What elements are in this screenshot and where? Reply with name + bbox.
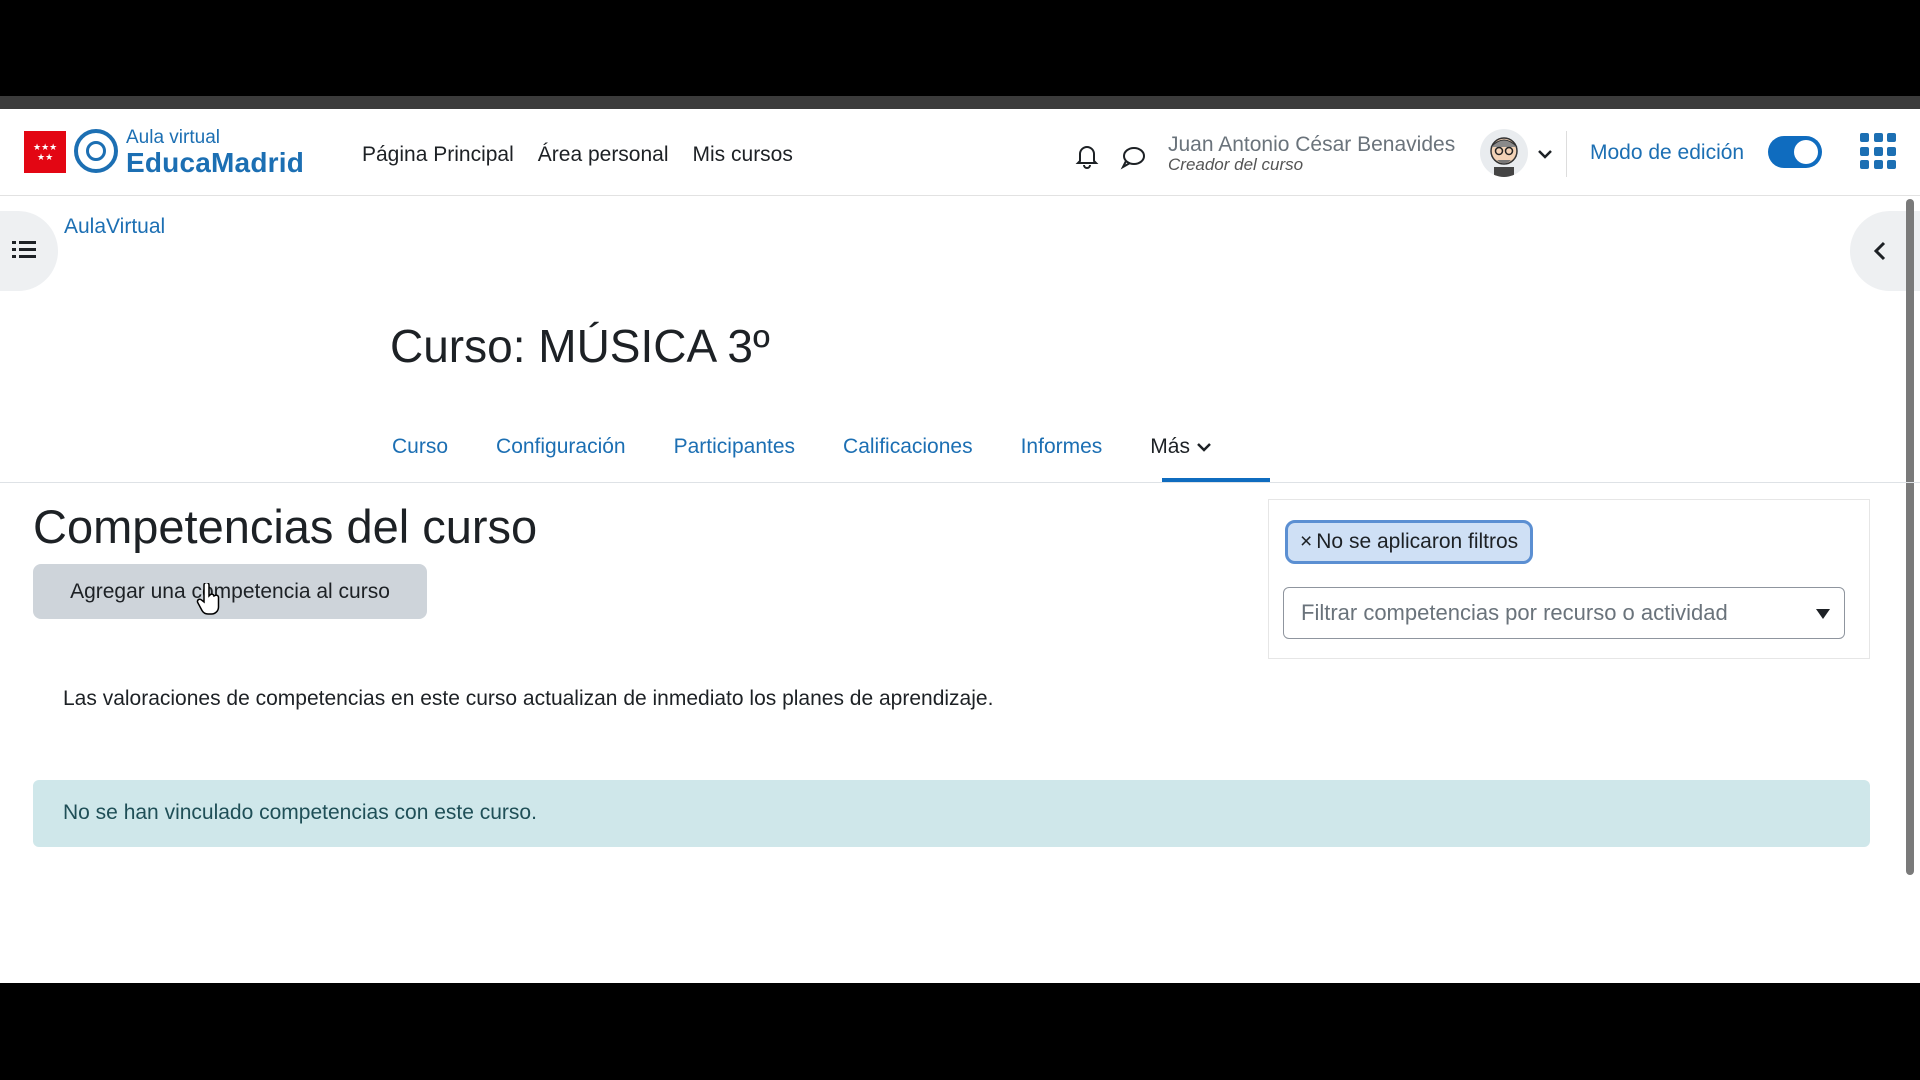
breadcrumb[interactable]: AulaVirtual	[64, 215, 165, 239]
apps-grid-icon[interactable]	[1860, 133, 1896, 169]
page-scrollbar[interactable]	[1906, 199, 1914, 875]
chat-icon[interactable]	[1120, 144, 1146, 170]
nav-pagina-principal[interactable]: Página Principal	[362, 143, 514, 167]
filter-chip-label: No se aplicaron filtros	[1316, 530, 1519, 553]
chevron-left-icon	[1873, 241, 1886, 261]
chevron-down-icon[interactable]	[1536, 147, 1554, 161]
course-navigation: Curso Configuración Participantes Califi…	[0, 415, 1920, 483]
info-text: Las valoraciones de competencias en este…	[63, 687, 994, 710]
logo-title[interactable]: EducaMadrid	[126, 147, 304, 179]
header-divider	[1566, 131, 1567, 177]
alert-message: No se han vinculado competencias con est…	[63, 801, 537, 824]
competency-filter-panel: × No se aplicaron filtros Filtrar compete…	[1268, 499, 1870, 659]
section-heading: Competencias del curso	[33, 500, 538, 553]
filter-search-input[interactable]: Filtrar competencias por recurso o activ…	[1283, 587, 1845, 639]
top-navbar: ★★★ ★★ Aula virtual EducaMadrid Página P…	[0, 109, 1920, 196]
comunidad-madrid-logo[interactable]: ★★★ ★★	[24, 131, 66, 173]
filter-chip[interactable]: × No se aplicaron filtros	[1285, 520, 1534, 564]
dropdown-caret-icon[interactable]	[1815, 608, 1831, 620]
close-icon[interactable]: ×	[1300, 530, 1312, 553]
page: ★★★ ★★ Aula virtual EducaMadrid Página P…	[0, 109, 1920, 983]
no-competencies-alert: No se han vinculado competencias con est…	[33, 780, 1870, 847]
tab-mas-label: Más	[1150, 435, 1190, 458]
nav-mis-cursos[interactable]: Mis cursos	[693, 143, 793, 167]
hand-cursor-icon	[196, 583, 220, 615]
edit-mode-toggle[interactable]	[1768, 136, 1822, 168]
add-competency-button[interactable]: Agregar una competencia al curso	[33, 564, 427, 619]
active-tab-indicator	[1162, 478, 1270, 482]
course-index-toggle-button[interactable]	[0, 211, 58, 291]
tab-informes[interactable]: Informes	[1021, 435, 1103, 459]
logo-subtitle: Aula virtual	[126, 127, 220, 148]
tab-participantes[interactable]: Participantes	[674, 435, 795, 459]
edit-mode-label: Modo de edición	[1590, 141, 1745, 164]
avatar[interactable]	[1480, 129, 1528, 177]
page-title: Curso: MÚSICA 3º	[390, 320, 770, 372]
user-name[interactable]: Juan Antonio César Benavides	[1168, 133, 1455, 157]
primary-navigation: Página Principal Área personal Mis curso…	[362, 143, 793, 167]
tab-mas[interactable]: Más	[1150, 435, 1212, 459]
window-top-bar	[0, 96, 1920, 109]
bell-icon[interactable]	[1074, 143, 1100, 169]
list-icon	[12, 241, 36, 258]
tab-calificaciones[interactable]: Calificaciones	[843, 435, 973, 459]
user-role: Creador del curso	[1168, 155, 1304, 174]
nav-area-personal[interactable]: Área personal	[538, 143, 669, 167]
chevron-down-icon	[1197, 443, 1211, 452]
tab-configuracion[interactable]: Configuración	[496, 435, 626, 459]
tab-curso[interactable]: Curso	[392, 435, 448, 459]
educamadrid-logo-icon[interactable]	[74, 129, 118, 173]
